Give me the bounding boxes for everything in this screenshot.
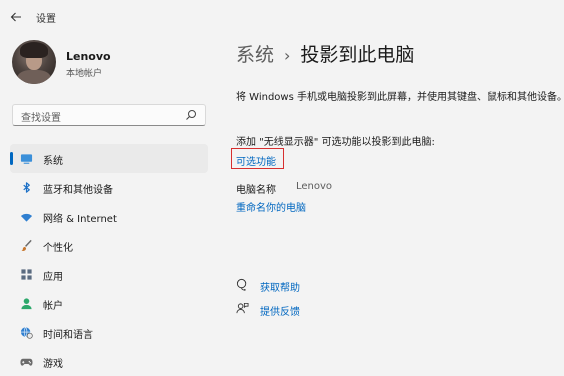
sidebar-item-label: 应用 [43, 272, 63, 283]
gamepad-icon [20, 358, 33, 366]
add-feature-text: 添加 "无线显示器" 可选功能以投影到此电脑: [236, 137, 435, 148]
search-icon[interactable] [185, 109, 197, 121]
sidebar-item-label: 蓝牙和其他设备 [43, 185, 113, 196]
monitor-icon [20, 154, 33, 164]
optional-features-link[interactable]: 可选功能 [236, 153, 276, 168]
sidebar-item-label: 帐户 [43, 301, 63, 312]
wifi-icon [20, 213, 33, 222]
brush-icon [21, 239, 32, 251]
sidebar-nav: 系统 蓝牙和其他设备 网络 & Internet 个性化 应用 帐户 时间和语言… [10, 144, 210, 376]
person-icon [21, 298, 32, 310]
breadcrumb-separator: › [284, 46, 291, 65]
sidebar-item-personalization[interactable]: 个性化 [10, 231, 208, 260]
bluetooth-icon [23, 182, 30, 193]
projection-description: 将 Windows 手机或电脑投影到此屏幕，并使用其键盘、鼠标和其他设备。 [236, 92, 564, 103]
search-box[interactable]: 查找设置 [12, 104, 206, 126]
sidebar-item-bluetooth[interactable]: 蓝牙和其他设备 [10, 173, 208, 202]
get-help-label: 获取帮助 [260, 283, 300, 294]
sidebar-item-gaming[interactable]: 游戏 [10, 347, 208, 376]
sidebar-item-accounts[interactable]: 帐户 [10, 289, 208, 318]
active-indicator [10, 152, 13, 165]
breadcrumb-parent[interactable]: 系统 [236, 44, 274, 66]
sidebar-item-label: 个性化 [43, 243, 73, 254]
sidebar-item-label: 网络 & Internet [43, 214, 117, 225]
apps-icon [21, 269, 32, 280]
user-profile[interactable]: Lenovo 本地帐户 [12, 40, 202, 86]
rename-pc-link[interactable]: 重命名你的电脑 [236, 199, 306, 214]
account-type: 本地帐户 [66, 69, 103, 79]
sidebar-item-time-language[interactable]: 时间和语言 [10, 318, 208, 347]
sidebar-item-network[interactable]: 网络 & Internet [10, 202, 208, 231]
app-title: 设置 [36, 14, 56, 25]
search-input[interactable]: 查找设置 [21, 109, 61, 124]
sidebar-item-apps[interactable]: 应用 [10, 260, 208, 289]
avatar [12, 40, 56, 84]
sidebar-item-system[interactable]: 系统 [10, 144, 208, 173]
sidebar-item-label: 系统 [43, 156, 63, 167]
page-title: 投影到此电脑 [300, 44, 415, 66]
title-bar: 设置 [0, 0, 564, 34]
arrow-left-icon [10, 12, 21, 22]
help-headset-icon [236, 278, 247, 291]
feedback-icon [236, 302, 249, 314]
breadcrumb: 系统 › 投影到此电脑 [236, 40, 414, 67]
sidebar-item-label: 时间和语言 [43, 330, 93, 341]
pc-name-label: 电脑名称 [236, 185, 276, 196]
sidebar-item-label: 游戏 [43, 359, 63, 370]
back-button[interactable] [8, 9, 24, 25]
profile-name: Lenovo [66, 50, 111, 63]
pc-name-value: Lenovo [296, 181, 333, 192]
give-feedback-label: 提供反馈 [260, 307, 300, 318]
globe-clock-icon [20, 327, 33, 339]
